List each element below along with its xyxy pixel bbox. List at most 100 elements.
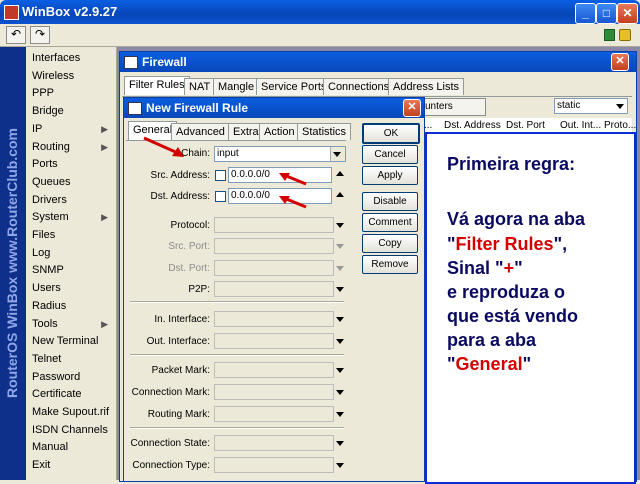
chevron-down-icon[interactable] (336, 368, 344, 373)
dst-address-not-checkbox[interactable] (215, 191, 226, 202)
submenu-arrow-icon: ▶ (101, 141, 108, 152)
chevron-down-icon[interactable] (336, 223, 344, 228)
separator (130, 301, 344, 303)
tab-action[interactable]: Action (259, 123, 300, 140)
routing-mark-select[interactable] (214, 406, 334, 422)
note-line-4: Sinal "+" (447, 258, 523, 278)
arrow-to-chain-icon (143, 136, 184, 157)
reset-counters-button[interactable]: unters (420, 98, 486, 116)
dst-port-label: Dst. Port: (168, 263, 210, 274)
firewall-close-button[interactable]: ✕ (611, 53, 629, 71)
dst-address-label: Dst. Address: (150, 191, 210, 202)
window-title: WinBox v2.9.27 (22, 4, 118, 19)
menu-item-users[interactable]: Users (32, 280, 112, 297)
toolbar: ↶ ↷ (0, 24, 640, 47)
tab-mangle[interactable]: Mangle (213, 78, 260, 95)
connection-type-select[interactable] (214, 457, 334, 473)
connection-state-label: Connection State: (130, 438, 211, 449)
menu-item-drivers[interactable]: Drivers (32, 192, 112, 209)
firewall-title: Firewall (142, 55, 187, 69)
firewall-title-bar: Firewall ✕ (120, 52, 636, 72)
separator (130, 354, 344, 356)
tab-address-lists[interactable]: Address Lists (388, 78, 465, 95)
tab-connections[interactable]: Connections (323, 78, 395, 95)
menu-item-queues[interactable]: Queues (32, 174, 112, 191)
maximize-button[interactable]: □ (596, 3, 617, 24)
chevron-down-icon[interactable] (336, 441, 344, 446)
chevron-up-icon[interactable] (336, 171, 344, 176)
separator (130, 427, 344, 429)
comment-button[interactable]: Comment (362, 213, 418, 232)
dialog-close-button[interactable]: ✕ (403, 99, 421, 117)
menu-item-bridge[interactable]: Bridge (32, 103, 112, 120)
apply-button[interactable]: Apply (362, 166, 418, 185)
redo-icon[interactable]: ↷ (30, 26, 50, 44)
protocol-select[interactable] (214, 217, 334, 233)
chevron-up-icon[interactable] (336, 192, 344, 197)
copy-button[interactable]: Copy (362, 234, 418, 253)
dst-port-input (214, 260, 334, 276)
chain-select[interactable]: input (214, 146, 346, 162)
routing-mark-label: Routing Mark: (147, 409, 210, 420)
menu-item-isdn-channels[interactable]: ISDN Channels (32, 422, 112, 439)
p2p-select[interactable] (214, 281, 334, 297)
chevron-down-icon[interactable] (336, 287, 344, 292)
status-green-icon (604, 29, 615, 41)
firewall-tabs: Filter Rules NAT Mangle Service Ports Co… (124, 76, 465, 96)
menu-item-telnet[interactable]: Telnet (32, 351, 112, 368)
menu-item-log[interactable]: Log (32, 245, 112, 262)
menu-item-certificate[interactable]: Certificate (32, 386, 112, 403)
menu-item-ppp[interactable]: PPP (32, 85, 112, 102)
chevron-down-icon[interactable] (336, 390, 344, 395)
chevron-down-icon[interactable] (336, 339, 344, 344)
tab-statistics[interactable]: Statistics (297, 123, 352, 140)
menu-item-routing[interactable]: Routing ▶ (32, 139, 112, 156)
menu-item-files[interactable]: Files (32, 227, 112, 244)
menu-item-ip[interactable]: IP ▶ (32, 121, 112, 138)
disable-button[interactable]: Disable (362, 192, 418, 211)
menu-item-radius[interactable]: Radius (32, 298, 112, 315)
menu-item-ports[interactable]: Ports (32, 156, 112, 173)
menu-item-tools[interactable]: Tools ▶ (32, 316, 112, 333)
column-header-protocol[interactable]: Proto... (604, 120, 636, 131)
menu-item-interfaces[interactable]: Interfaces (32, 50, 112, 67)
undo-icon[interactable]: ↶ (6, 26, 26, 44)
column-header[interactable]: ... (424, 120, 432, 131)
menu-item-wireless[interactable]: Wireless (32, 68, 112, 85)
column-header-out-interface[interactable]: Out. Int... (560, 120, 601, 131)
chevron-down-icon[interactable] (336, 463, 344, 468)
in-interface-select[interactable] (214, 311, 334, 327)
minimize-button[interactable]: _ (575, 3, 596, 24)
menu-item-make-supout[interactable]: Make Supout.rif (32, 404, 112, 421)
packet-mark-label: Packet Mark: (151, 365, 210, 376)
menu-item-new-terminal[interactable]: New Terminal (32, 333, 112, 350)
dialog-title: New Firewall Rule (146, 101, 249, 115)
connection-state-select[interactable] (214, 435, 334, 451)
menu-item-password[interactable]: Password (32, 369, 112, 386)
chevron-down-icon[interactable] (336, 317, 344, 322)
highlight-general: General (455, 354, 523, 374)
note-line-3: "Filter Rules", (447, 234, 568, 254)
menu-item-manual[interactable]: Manual (32, 439, 112, 456)
chevron-down-icon[interactable] (616, 104, 624, 109)
cancel-button[interactable]: Cancel (362, 145, 418, 164)
close-button[interactable]: ✕ (617, 3, 638, 24)
window-icon (124, 56, 138, 69)
tab-service-ports[interactable]: Service Ports (256, 78, 332, 95)
out-interface-select[interactable] (214, 333, 334, 349)
tab-nat[interactable]: NAT (184, 78, 216, 95)
src-address-not-checkbox[interactable] (215, 170, 226, 181)
tab-filter-rules[interactable]: Filter Rules (124, 76, 190, 95)
menu-item-snmp[interactable]: SNMP (32, 262, 112, 279)
chevron-down-icon (336, 266, 344, 271)
packet-mark-select[interactable] (214, 362, 334, 378)
ok-button[interactable]: OK (362, 123, 420, 144)
chevron-down-icon[interactable] (336, 412, 344, 417)
menu-item-exit[interactable]: Exit (32, 457, 112, 474)
menu-item-system[interactable]: System ▶ (32, 209, 112, 226)
column-header-dst-port[interactable]: Dst. Port (506, 120, 545, 131)
column-header-dst-address[interactable]: Dst. Address (444, 120, 501, 131)
remove-button[interactable]: Remove (362, 255, 418, 274)
chevron-down-icon[interactable] (333, 152, 341, 157)
connection-mark-select[interactable] (214, 384, 334, 400)
